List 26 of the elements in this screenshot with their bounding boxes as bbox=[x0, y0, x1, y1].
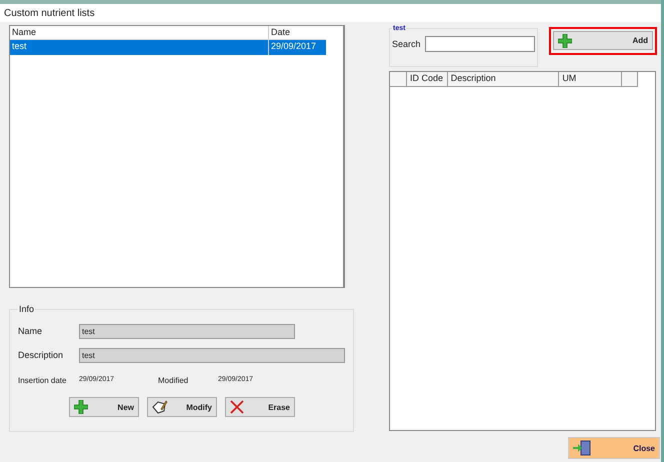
column-header[interactable]: Date bbox=[269, 26, 326, 39]
erase-button[interactable]: Erase bbox=[225, 397, 295, 417]
modify-button[interactable]: Modify bbox=[147, 397, 217, 417]
plus-icon bbox=[558, 34, 572, 48]
field-label: Name bbox=[18, 326, 44, 336]
search-field[interactable] bbox=[425, 36, 535, 52]
field-label: Search bbox=[392, 39, 422, 49]
column-header[interactable]: UM bbox=[559, 72, 622, 86]
list-row[interactable]: test 29/09/2017 bbox=[10, 40, 326, 55]
field-label: Description bbox=[18, 350, 64, 360]
field-label: Insertion date bbox=[18, 376, 68, 385]
close-icon bbox=[230, 400, 244, 414]
column-header[interactable]: Description bbox=[448, 72, 560, 86]
column-header[interactable]: ID Code bbox=[406, 72, 448, 86]
group-legend: Info bbox=[18, 304, 36, 314]
add-button[interactable]: Add bbox=[553, 31, 653, 50]
plus-icon bbox=[74, 400, 88, 414]
exit-door-icon bbox=[573, 440, 593, 456]
table-cell-text: 29/09/2017 bbox=[270, 40, 318, 53]
field-label: Modified bbox=[158, 376, 190, 385]
close-button[interactable]: Close bbox=[568, 437, 660, 459]
new-button[interactable]: New bbox=[69, 397, 139, 417]
pencil-icon bbox=[152, 400, 168, 414]
window-title: Custom nutrient lists bbox=[4, 8, 95, 18]
column-header[interactable]: Name bbox=[10, 26, 269, 39]
table-cell: test bbox=[10, 40, 269, 55]
